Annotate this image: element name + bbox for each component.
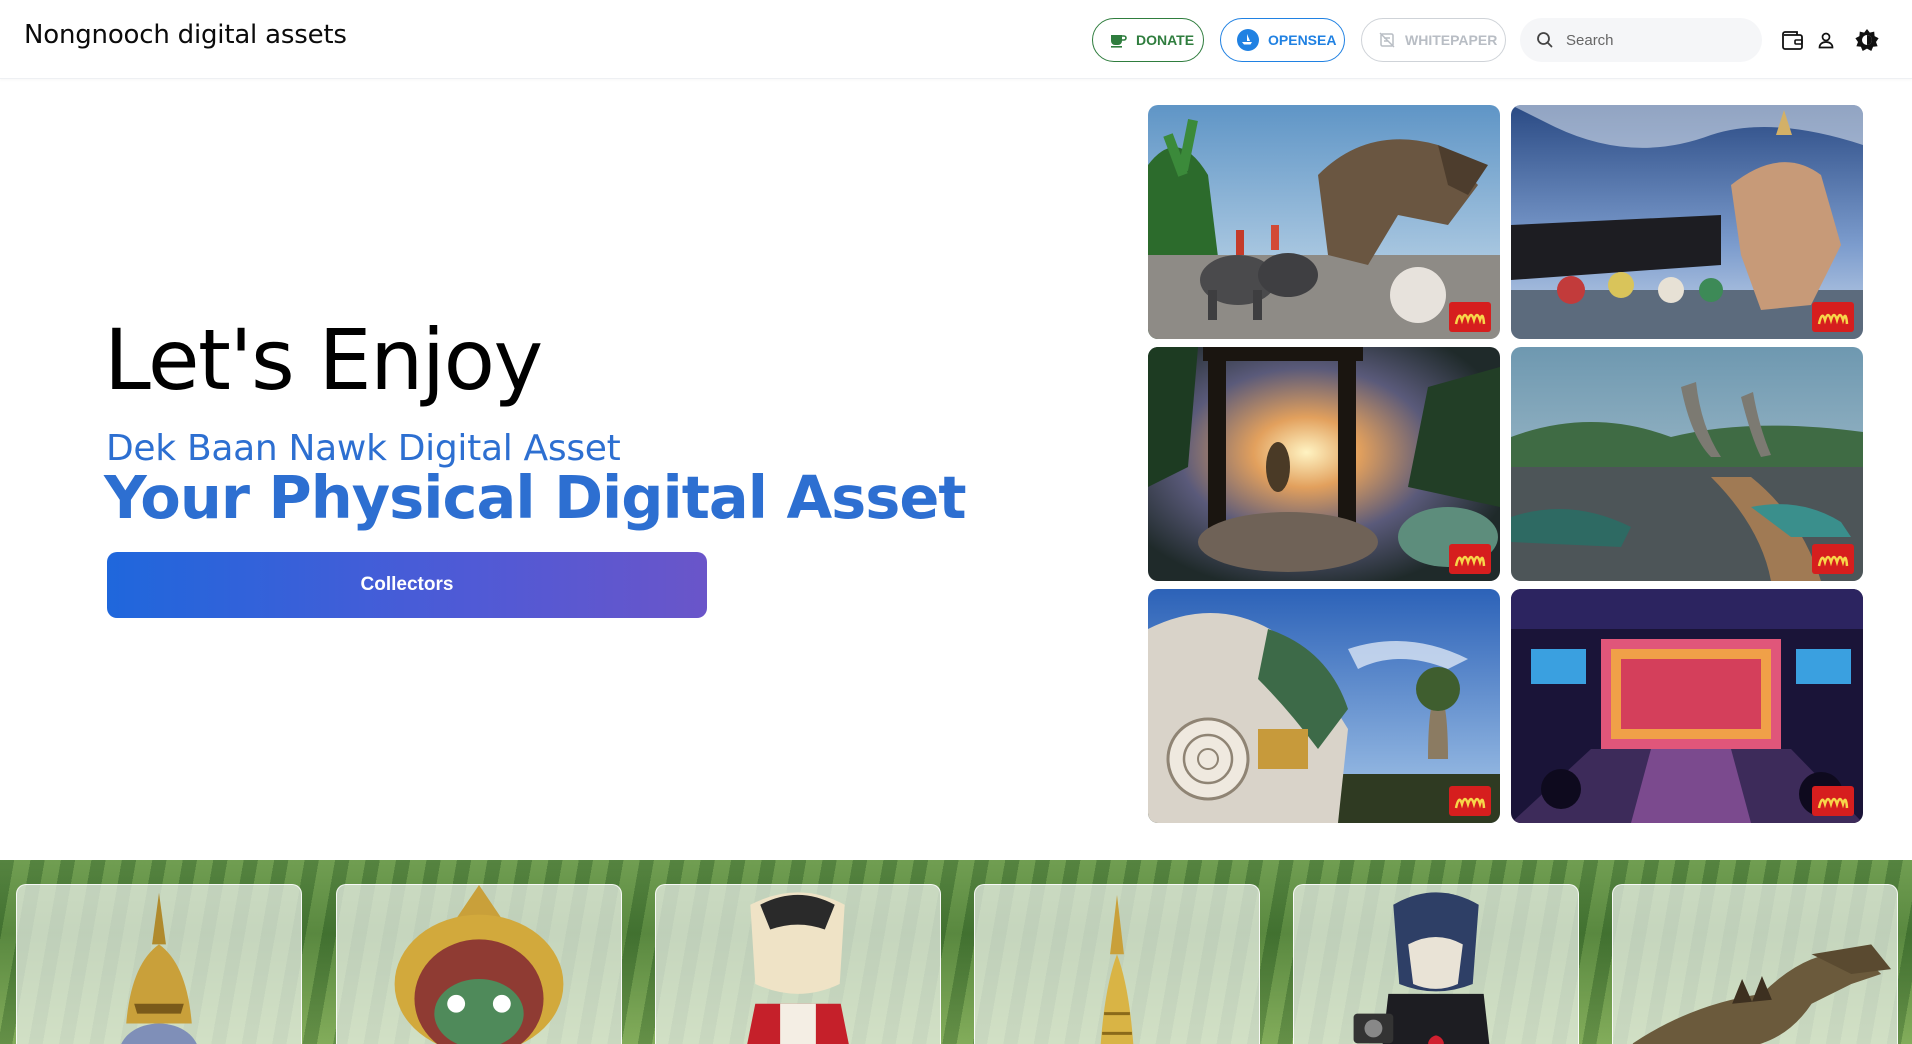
giant-statue-photo <box>1148 589 1500 823</box>
hero-title: Let's Enjoy <box>104 311 543 409</box>
search-input[interactable] <box>1566 31 1746 49</box>
profile-button[interactable] <box>1813 27 1839 53</box>
collection-card[interactable] <box>1612 884 1898 1044</box>
nongnooch-logo <box>1812 302 1854 332</box>
dinosaur-valley-photo <box>1511 347 1863 581</box>
khon-mask-figure <box>394 885 564 1044</box>
opensea-icon <box>1237 29 1259 51</box>
golden-crown-figure <box>121 892 197 1044</box>
nongnooch-logo <box>1449 544 1491 574</box>
golden-spire-figure <box>1100 894 1134 1044</box>
collection-card[interactable] <box>16 884 302 1044</box>
collection-card[interactable] <box>336 884 622 1044</box>
nongnooch-logo-icon <box>1454 555 1486 567</box>
hero-gallery <box>1148 105 1864 823</box>
collectors-button[interactable]: Collectors <box>107 552 707 618</box>
collection-card[interactable] <box>1293 884 1579 1044</box>
user-icon <box>1818 32 1834 49</box>
top-navbar: Nongnooch digital assets DONATE OPENSEA … <box>0 0 1912 79</box>
mascot-red-cape-figure <box>747 892 849 1044</box>
hero-tagline: Your Physical Digital Asset <box>104 463 967 532</box>
collection-card[interactable] <box>974 884 1260 1044</box>
opensea-label: OPENSEA <box>1268 32 1337 48</box>
opensea-button[interactable]: OPENSEA <box>1220 18 1345 62</box>
gallery-tile-dinosaur-valley[interactable] <box>1511 347 1863 581</box>
nongnooch-logo <box>1449 302 1491 332</box>
nongnooch-logo <box>1812 786 1854 816</box>
coffee-icon <box>1111 35 1127 48</box>
gallery-tile-giant-statue[interactable] <box>1148 589 1500 823</box>
nongnooch-logo-icon <box>1817 313 1849 325</box>
search-box[interactable] <box>1520 18 1762 62</box>
donate-button[interactable]: DONATE <box>1092 18 1204 62</box>
gallery-tile-dinosaur-elephant[interactable] <box>1148 105 1500 339</box>
donate-label: DONATE <box>1136 32 1195 48</box>
gallery-tile-elephant-statue[interactable] <box>1511 105 1863 339</box>
mascot-camera-figure <box>1353 892 1490 1044</box>
collection-band <box>0 860 1912 1044</box>
theme-toggle-button[interactable] <box>1854 27 1880 53</box>
nongnooch-logo <box>1812 544 1854 574</box>
wallet-icon <box>1782 31 1803 50</box>
nongnooch-logo-icon <box>1817 797 1849 809</box>
nongnooch-logo-icon <box>1817 555 1849 567</box>
gallery-tile-theater-stage[interactable] <box>1511 589 1863 823</box>
nongnooch-logo-icon <box>1454 797 1486 809</box>
whitepaper-label: WHITEPAPER <box>1405 32 1498 48</box>
whitepaper-icon <box>1379 32 1395 48</box>
theater-stage-photo <box>1511 589 1863 823</box>
search-icon <box>1537 32 1553 48</box>
wallet-button[interactable] <box>1780 27 1806 53</box>
sunset-garden-photo <box>1148 347 1500 581</box>
collection-card[interactable] <box>655 884 941 1044</box>
nongnooch-logo-icon <box>1454 313 1486 325</box>
nongnooch-logo <box>1449 786 1491 816</box>
elephant-statue-photo <box>1511 105 1863 339</box>
dinosaur-elephant-photo <box>1148 105 1500 339</box>
theme-toggle-icon <box>1855 29 1879 51</box>
brand-title[interactable]: Nongnooch digital assets <box>24 20 347 50</box>
gallery-tile-sunset-garden[interactable] <box>1148 347 1500 581</box>
dinosaur-figure <box>1632 944 1892 1044</box>
whitepaper-button[interactable]: WHITEPAPER <box>1361 18 1506 62</box>
